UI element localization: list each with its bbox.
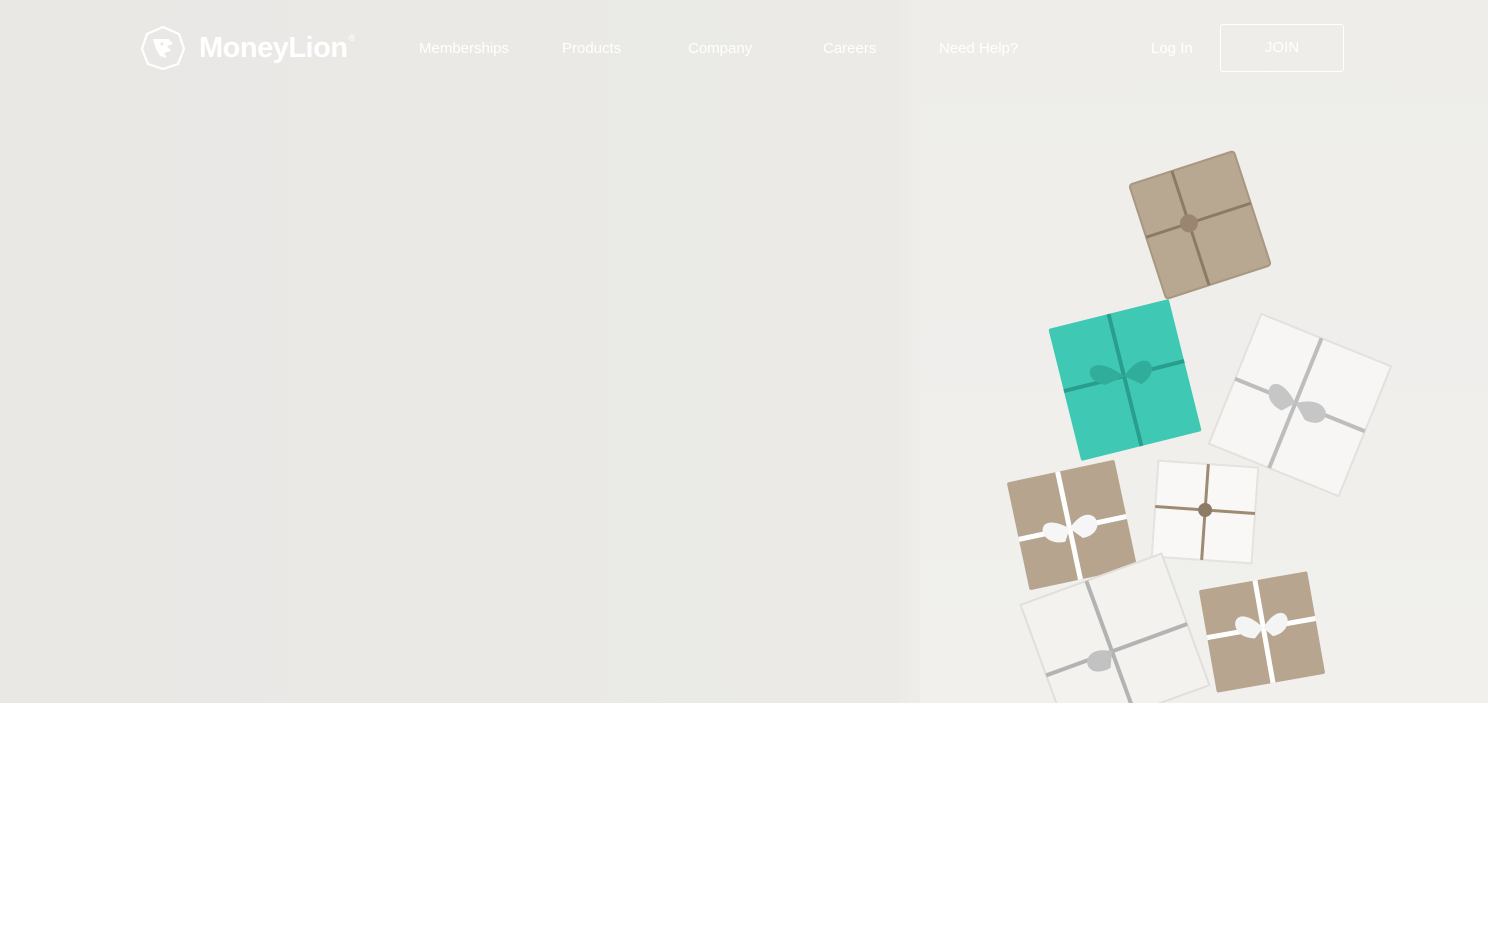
nav-memberships[interactable]: Memberships [419,38,509,60]
page-content-area [0,703,1500,949]
site-header: MoneyLion ® Memberships Products Company… [0,0,1488,96]
nav-products[interactable]: Products [562,38,621,60]
kraft-gift-box-top [1128,150,1272,300]
moneylion-logo[interactable]: MoneyLion ® [140,25,355,71]
white-gift-box-center [1150,459,1260,565]
hero-banner [0,0,1488,703]
registered-mark: ® [348,33,356,43]
join-button[interactable]: JOIN [1220,24,1344,72]
nav-need-help[interactable]: Need Help? [939,38,1018,60]
login-link[interactable]: Log In [1151,38,1193,60]
kraft-gift-box-bottom [1199,571,1325,693]
teal-gift-box [1048,299,1202,461]
nav-company[interactable]: Company [688,38,752,60]
gift-boxes-image [1007,150,1393,703]
nav-careers[interactable]: Careers [823,38,876,60]
lion-logo-icon [140,25,186,71]
brand-name: MoneyLion [199,31,348,64]
